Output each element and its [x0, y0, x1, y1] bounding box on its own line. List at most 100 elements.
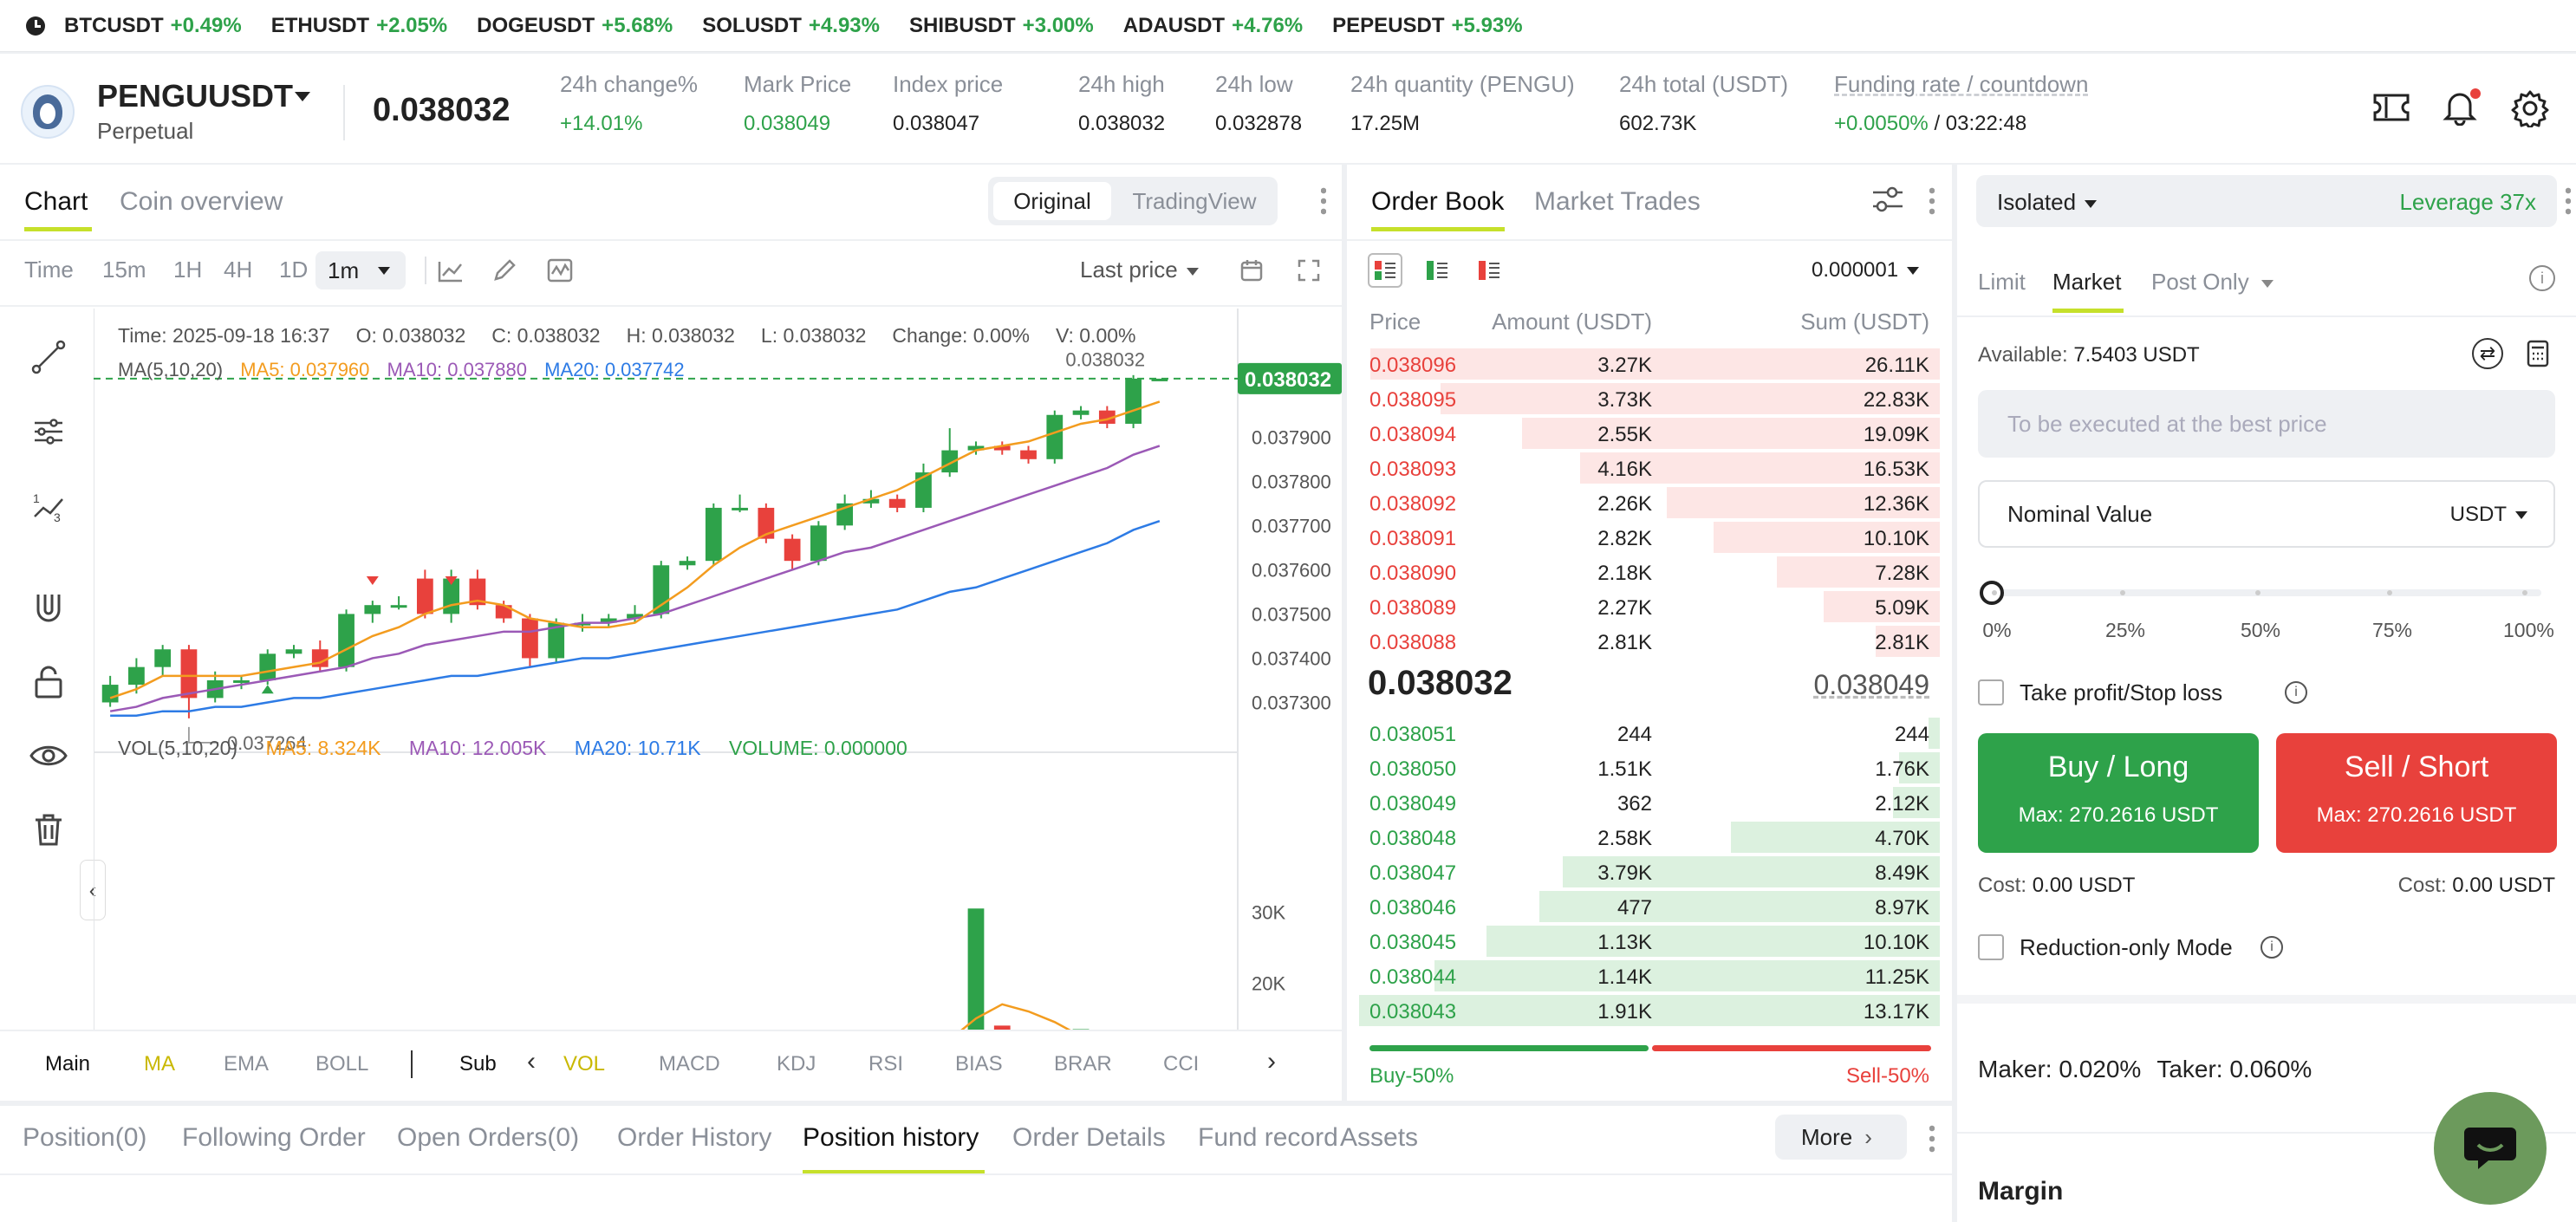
tab-fund-record[interactable]: Fund record [1198, 1123, 1338, 1153]
bid-row[interactable]: 0.038045 1.13K 10.10K [1347, 924, 1952, 959]
interval-4h[interactable]: 4H [224, 257, 252, 283]
indicator-kdj[interactable]: KDJ [777, 1052, 816, 1076]
nominal-value-field[interactable]: Nominal Value USDT [1978, 480, 2555, 548]
tab-position-history[interactable]: Position history [803, 1123, 979, 1153]
wave-chart-icon[interactable] [543, 253, 577, 288]
bid-row[interactable]: 0.038047 3.79K 8.49K [1347, 855, 1952, 889]
ticker-item[interactable]: SHIBUSDT +3.00% [909, 14, 1094, 37]
chat-support-button[interactable] [2434, 1092, 2547, 1205]
indicator-boll[interactable]: BOLL [315, 1052, 368, 1076]
ask-row[interactable]: 0.038094 2.55K 19.09K [1347, 416, 1952, 451]
interval-1m[interactable]: 1m [315, 251, 406, 289]
ticker-item[interactable]: DOGEUSDT +5.68% [477, 14, 673, 37]
ticker-item[interactable]: BTCUSDT +0.49% [64, 14, 242, 37]
tab-assets[interactable]: Assets [1340, 1123, 1418, 1153]
ticker-item[interactable]: PEPEUSDT +5.93% [1332, 14, 1522, 37]
reduce-only-checkbox[interactable] [1978, 934, 2004, 960]
sliders-icon[interactable] [1869, 180, 1907, 218]
calendar-icon[interactable] [1234, 253, 1269, 288]
more-button[interactable]: More › [1775, 1115, 1907, 1160]
order-type-post-only[interactable]: Post Only [2151, 269, 2274, 296]
amount-slider[interactable] [1987, 589, 2541, 596]
leverage-button[interactable]: Leverage 37x [2399, 189, 2536, 216]
unlock-icon[interactable] [26, 659, 71, 704]
indicator-ema[interactable]: EMA [224, 1052, 269, 1076]
info-icon[interactable]: i [2261, 936, 2283, 959]
precision-select[interactable]: 0.000001 [1812, 258, 1920, 283]
bid-row[interactable]: 0.038051 244 244 [1347, 716, 1952, 751]
slider-mark-label[interactable]: 75% [2368, 619, 2417, 642]
tab-order-book[interactable]: Order Book [1371, 187, 1504, 217]
interval-15m[interactable]: 15m [102, 257, 146, 283]
indicator-vol[interactable]: VOL [563, 1052, 605, 1076]
ticket-icon[interactable] [2371, 90, 2411, 125]
ask-row[interactable]: 0.038091 2.82K 10.10K [1347, 520, 1952, 555]
settings-gear-icon[interactable] [2510, 88, 2550, 128]
indicator-bias[interactable]: BIAS [955, 1052, 1003, 1076]
bid-row[interactable]: 0.038050 1.51K 1.76K [1347, 751, 1952, 785]
ask-row[interactable]: 0.038088 2.81K 2.81K [1347, 624, 1952, 659]
bid-row[interactable]: 0.038043 1.91K 13.17K [1347, 993, 1952, 1028]
bid-row[interactable]: 0.038046 477 8.97K [1347, 889, 1952, 924]
trash-icon[interactable] [26, 808, 71, 853]
transfer-icon[interactable]: ⇄ [2472, 338, 2503, 369]
indicator-macd[interactable]: MACD [659, 1052, 720, 1076]
price-type-select[interactable]: Last price [1080, 257, 1199, 283]
sell-short-button[interactable]: Sell / Short Max: 270.2616 USDT [2276, 733, 2557, 853]
indicator-brar[interactable]: BRAR [1054, 1052, 1112, 1076]
interval-time[interactable]: Time [24, 257, 74, 283]
slider-mark-label[interactable]: 0% [1973, 619, 2021, 642]
buy-long-button[interactable]: Buy / Long Max: 270.2616 USDT [1978, 733, 2259, 853]
tab-following-order[interactable]: Following Order [182, 1123, 366, 1153]
interval-1h[interactable]: 1H [173, 257, 202, 283]
interval-1d[interactable]: 1D [279, 257, 308, 283]
more-menu-icon[interactable] [1321, 185, 1326, 217]
mode-original[interactable]: Original [993, 182, 1111, 220]
eye-icon[interactable] [26, 733, 71, 778]
magnet-icon[interactable] [26, 586, 71, 631]
trendline-tool-icon[interactable] [26, 335, 71, 380]
more-menu-icon[interactable] [1929, 1123, 1935, 1154]
wave-pattern-icon[interactable]: 13 [26, 484, 71, 529]
order-type-limit[interactable]: Limit [1978, 269, 2026, 296]
ask-row[interactable]: 0.038092 2.26K 12.36K [1347, 485, 1952, 520]
tab-coin-overview[interactable]: Coin overview [120, 187, 283, 217]
slider-mark-label[interactable]: 50% [2236, 619, 2285, 642]
book-bids-icon[interactable] [1420, 253, 1454, 288]
info-icon[interactable]: i [2285, 681, 2307, 704]
ticker-item[interactable]: ADAUSDT +4.76% [1123, 14, 1303, 37]
tpsl-checkbox[interactable] [1978, 679, 2004, 705]
order-type-market[interactable]: Market [2052, 269, 2121, 296]
bid-row[interactable]: 0.038048 2.58K 4.70K [1347, 820, 1952, 855]
bid-row[interactable]: 0.038044 1.14K 11.25K [1347, 959, 1952, 993]
pencil-icon[interactable] [487, 253, 522, 288]
slider-mark-label[interactable]: 100% [2503, 619, 2554, 642]
book-both-icon[interactable] [1368, 253, 1402, 288]
currency-select[interactable]: USDT [2450, 503, 2527, 527]
more-menu-icon[interactable] [2566, 185, 2571, 217]
tab-position-0-[interactable]: Position(0) [23, 1123, 146, 1153]
indicator-ma[interactable]: MA [144, 1052, 175, 1076]
indicator-cci[interactable]: CCI [1163, 1052, 1199, 1076]
tab-market-trades[interactable]: Market Trades [1534, 187, 1701, 217]
indicator-rsi[interactable]: RSI [868, 1052, 903, 1076]
bid-row[interactable]: 0.038049 362 2.12K [1347, 785, 1952, 820]
chevron-down-icon[interactable] [295, 92, 310, 101]
chevron-left-icon[interactable]: ‹ [527, 1047, 536, 1076]
calculator-icon[interactable] [2522, 338, 2553, 369]
margin-mode-select[interactable]: Isolated [1997, 189, 2098, 216]
bell-icon[interactable] [2441, 88, 2481, 127]
indicator-icon[interactable] [433, 253, 468, 288]
book-asks-icon[interactable] [1472, 253, 1506, 288]
price-chart[interactable]: 0.037900 0.037800 0.037700 0.037600 0.037500… [94, 309, 1342, 1030]
ask-row[interactable]: 0.038096 3.27K 26.11K [1347, 347, 1952, 381]
ask-row[interactable]: 0.038089 2.27K 5.09K [1347, 589, 1952, 624]
ask-row[interactable]: 0.038093 4.16K 16.53K [1347, 451, 1952, 485]
ticker-item[interactable]: SOLUSDT +4.93% [702, 14, 880, 37]
symbol-name[interactable]: PENGUUSDT [97, 78, 293, 114]
ask-row[interactable]: 0.038090 2.18K 7.28K [1347, 555, 1952, 589]
ask-row[interactable]: 0.038095 3.73K 22.83K [1347, 381, 1952, 416]
tab-order-details[interactable]: Order Details [1012, 1123, 1166, 1153]
chevron-right-icon[interactable]: › [1267, 1047, 1276, 1076]
mode-tradingview[interactable]: TradingView [1118, 182, 1271, 220]
